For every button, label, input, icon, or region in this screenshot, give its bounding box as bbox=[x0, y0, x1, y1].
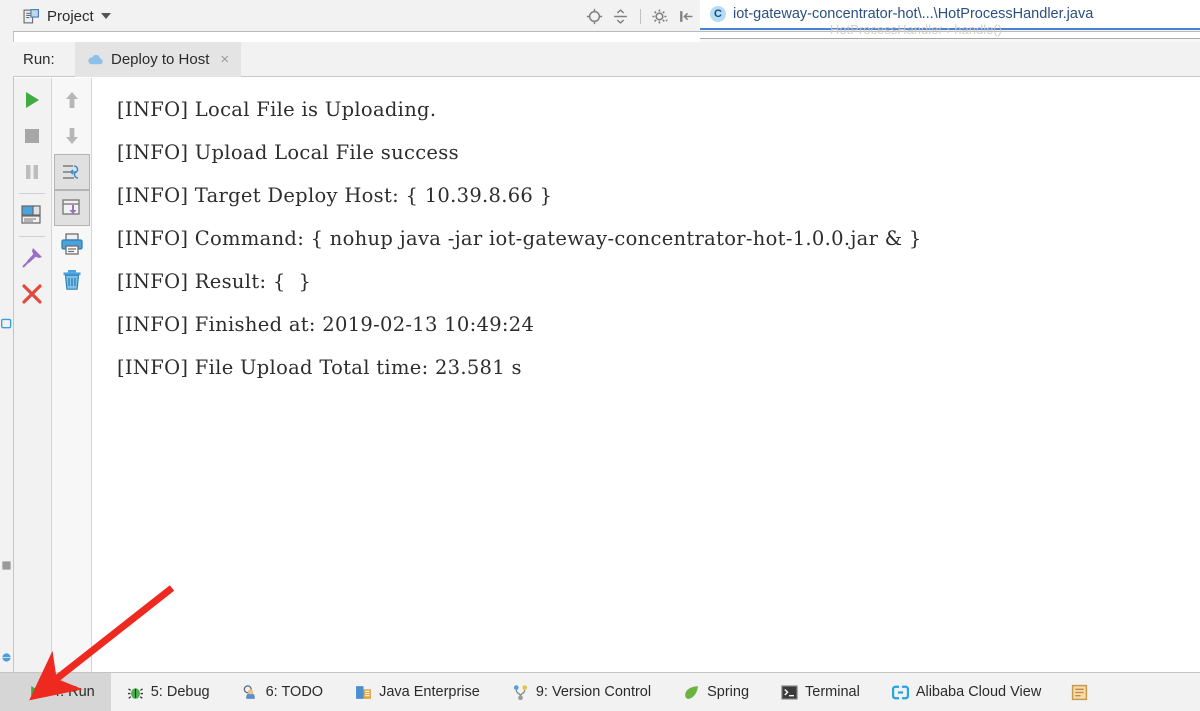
close-icon[interactable]: × bbox=[220, 51, 229, 68]
run-label: Run: bbox=[23, 51, 55, 68]
todo-icon bbox=[243, 684, 255, 699]
status-bar-item-label: Java Enterprise bbox=[379, 684, 480, 700]
branch-icon bbox=[513, 684, 527, 700]
console-line: [INFO] Result: { } bbox=[117, 270, 312, 293]
terminal-icon bbox=[781, 684, 798, 700]
soft-wrap-button[interactable] bbox=[54, 154, 90, 190]
locate-icon[interactable] bbox=[586, 8, 603, 25]
status-bar-item-todo[interactable]: 6: TODO bbox=[226, 673, 339, 711]
cloud-icon bbox=[88, 54, 103, 64]
play-icon bbox=[26, 92, 39, 108]
stop-button[interactable] bbox=[14, 118, 50, 154]
chevron-down-icon[interactable] bbox=[100, 13, 111, 19]
pin-tab-button[interactable] bbox=[14, 240, 50, 276]
web-icon[interactable] bbox=[1, 652, 12, 663]
project-panel-title: Project bbox=[47, 7, 94, 25]
toolbar-divider bbox=[640, 8, 641, 24]
status-bar-item-label: Alibaba Cloud View bbox=[915, 684, 1042, 700]
pause-button[interactable] bbox=[14, 154, 50, 190]
cloud-explorer-icon[interactable] bbox=[1, 318, 12, 329]
alibaba-cloud-icon bbox=[891, 685, 909, 699]
rerun-button[interactable] bbox=[14, 82, 50, 118]
console-line: [INFO] Finished at: 2019-02-13 10:49:24 bbox=[117, 313, 535, 336]
close-x-icon bbox=[22, 284, 42, 304]
console-line: [INFO] Upload Local File success bbox=[117, 141, 459, 164]
pin-icon bbox=[22, 248, 42, 268]
console-output[interactable]: [INFO] Local File is Uploading. [INFO] U… bbox=[93, 78, 1200, 672]
run-toolbar-secondary bbox=[52, 78, 92, 672]
status-bar-item-label: Terminal bbox=[805, 684, 860, 700]
status-bar-item-label: 9: Version Control bbox=[535, 684, 652, 700]
clear-all-button[interactable] bbox=[54, 262, 90, 298]
console-line: [INFO] File Upload Total time: 23.581 s bbox=[117, 356, 522, 379]
database-icon bbox=[1072, 684, 1088, 700]
status-bar-item-run[interactable]: 4: Run bbox=[0, 673, 111, 711]
project-panel-icon bbox=[23, 8, 39, 23]
status-bar-item-label: 4: Run bbox=[52, 684, 95, 700]
run-toolbar-primary bbox=[14, 78, 52, 672]
java-class-icon: C bbox=[710, 6, 726, 22]
printer-icon bbox=[61, 233, 83, 255]
print-button[interactable] bbox=[54, 226, 90, 262]
status-bar-item-alibaba-cloud-view[interactable]: Alibaba Cloud View bbox=[876, 673, 1057, 711]
status-bar-item-terminal[interactable]: Terminal bbox=[765, 673, 876, 711]
next-occurrence-button[interactable] bbox=[54, 118, 90, 154]
breadcrumb[interactable]: HotProcessHandler › handle() bbox=[700, 22, 1200, 38]
prev-occurrence-button[interactable] bbox=[54, 82, 90, 118]
project-header-toolbar bbox=[586, 0, 695, 32]
left-tool-window-strip: Alibaba Cloud Explorer Structure Web bbox=[0, 0, 14, 672]
trash-icon bbox=[63, 270, 81, 290]
run-tool-window-header: Run: Deploy to Host × bbox=[13, 42, 1200, 77]
gear-icon[interactable] bbox=[652, 8, 669, 25]
play-icon bbox=[31, 685, 43, 699]
collapse-all-icon[interactable] bbox=[612, 8, 629, 25]
console-line: [INFO] Target Deploy Host: { 10.39.8.66 … bbox=[117, 184, 553, 207]
bug-icon bbox=[127, 687, 143, 699]
project-panel-selector[interactable]: Project bbox=[23, 0, 111, 32]
toolbar-divider bbox=[19, 236, 45, 237]
arrow-down-icon bbox=[66, 128, 78, 144]
console-view-button[interactable] bbox=[14, 197, 50, 233]
status-bar-item-label: Spring bbox=[707, 684, 750, 700]
editor-tab-label: iot-gateway-concentrator-hot\...\HotProc… bbox=[733, 6, 1094, 22]
structure-icon[interactable] bbox=[1, 560, 12, 571]
toolbar-divider bbox=[19, 193, 45, 194]
run-tab-deploy-to-host[interactable]: Deploy to Host × bbox=[75, 42, 242, 77]
status-bar-item-database[interactable] bbox=[1057, 673, 1099, 711]
java-enterprise-icon bbox=[356, 685, 372, 699]
scroll-to-end-icon bbox=[62, 199, 80, 215]
status-bar-item-debug[interactable]: 5: Debug bbox=[111, 673, 226, 711]
status-bar-item-spring[interactable]: Spring bbox=[667, 673, 765, 711]
hide-panel-icon[interactable] bbox=[678, 8, 695, 25]
status-bar: 4: Run 5: Debug 6: TODO Java Enterprise bbox=[0, 672, 1200, 711]
close-button[interactable] bbox=[14, 276, 50, 312]
console-line: [INFO] Command: { nohup java -jar iot-ga… bbox=[117, 227, 922, 250]
console-line: [INFO] Local File is Uploading. bbox=[117, 98, 437, 121]
pause-icon bbox=[26, 165, 38, 179]
stop-icon bbox=[25, 129, 39, 143]
status-bar-item-label: 5: Debug bbox=[150, 684, 210, 700]
run-tab-label: Deploy to Host bbox=[111, 51, 210, 68]
leaf-icon bbox=[685, 685, 698, 699]
status-bar-item-label: 6: TODO bbox=[265, 684, 324, 700]
soft-wrap-icon bbox=[63, 165, 79, 179]
status-bar-item-java-enterprise[interactable]: Java Enterprise bbox=[339, 673, 496, 711]
console-icon bbox=[21, 205, 41, 224]
arrow-up-icon bbox=[66, 92, 78, 108]
status-bar-item-version-control[interactable]: 9: Version Control bbox=[496, 673, 667, 711]
scroll-to-end-button[interactable] bbox=[54, 190, 90, 226]
